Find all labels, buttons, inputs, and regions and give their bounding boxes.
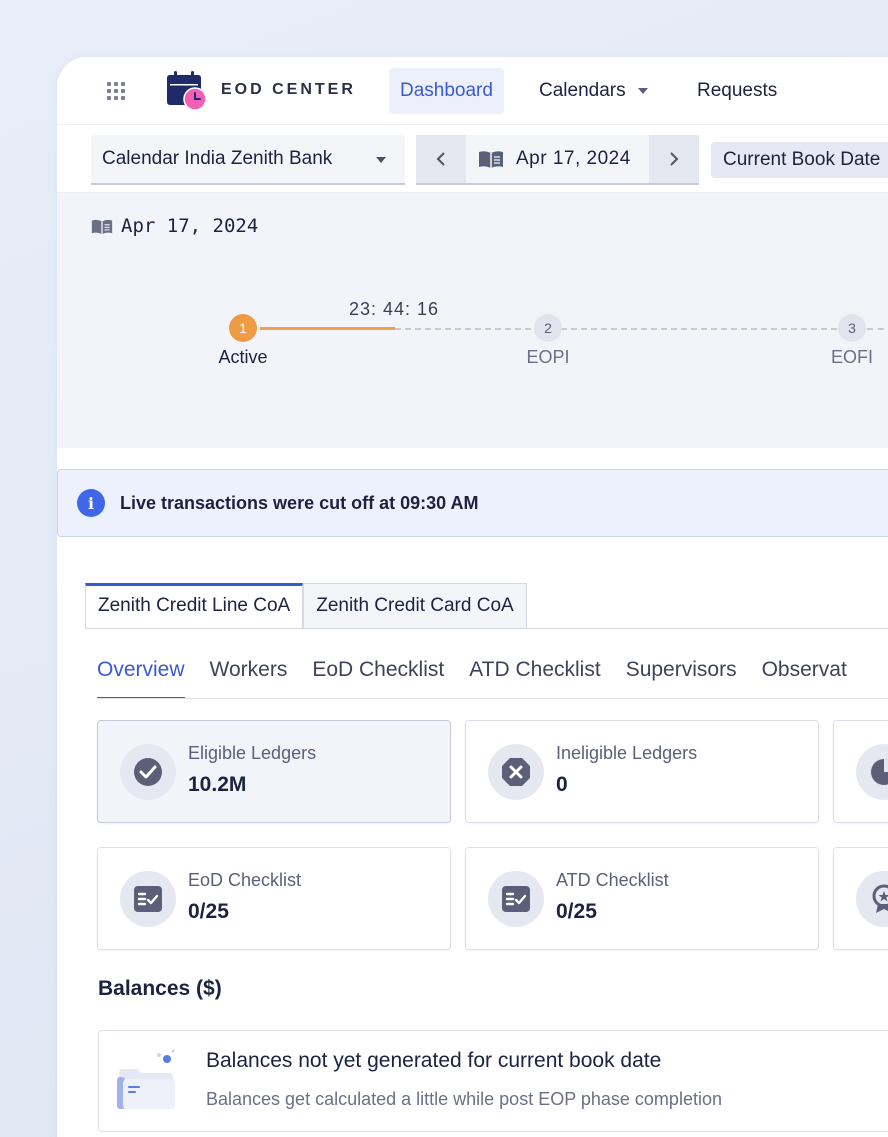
metric-value: 0/25 bbox=[188, 900, 229, 923]
book-icon bbox=[91, 219, 113, 234]
step-marker: 2 bbox=[534, 314, 562, 342]
phase-timer: 23: 44: 16 bbox=[349, 299, 440, 319]
tab-supervisors[interactable]: Supervisors bbox=[626, 653, 737, 699]
icon-circle bbox=[488, 871, 544, 927]
metric-card-atd-checklist[interactable]: ATD Checklist 0/25 bbox=[465, 847, 819, 950]
chevron-down-icon bbox=[637, 87, 648, 94]
section-tabs: Overview Workers EoD Checklist ATD Check… bbox=[97, 653, 872, 699]
date-value: Apr 17, 2024 bbox=[516, 148, 631, 169]
nav-dashboard-label: Dashboard bbox=[400, 80, 493, 101]
top-nav: EOD CENTER Dashboard Calendars Requests bbox=[57, 57, 888, 125]
checklist-icon bbox=[134, 886, 162, 912]
check-circle-icon bbox=[134, 758, 162, 786]
metric-label: ATD Checklist bbox=[556, 870, 669, 890]
chevron-right-icon bbox=[670, 152, 679, 166]
toolbar: Calendar India Zenith Bank Apr 17, 2024 … bbox=[57, 125, 888, 193]
pending-line bbox=[867, 328, 888, 330]
tab-zenith-credit-card-coa[interactable]: Zenith Credit Card CoA bbox=[303, 583, 527, 629]
metric-card-eligible-ledgers[interactable]: Eligible Ledgers 10.2M bbox=[97, 720, 451, 823]
checklist-icon bbox=[502, 886, 530, 912]
step-marker-active: 1 bbox=[229, 314, 257, 342]
next-date-button[interactable] bbox=[649, 135, 699, 183]
icon-circle bbox=[120, 871, 176, 927]
metric-card-partial[interactable] bbox=[833, 720, 888, 823]
metric-label: EoD Checklist bbox=[188, 870, 302, 890]
metric-card-ineligible-ledgers[interactable]: Ineligible Ledgers 0 bbox=[465, 720, 819, 823]
current-book-date-chip[interactable]: Current Book Date bbox=[711, 142, 888, 178]
book-icon bbox=[479, 151, 503, 168]
tab-overview[interactable]: Overview bbox=[97, 653, 185, 699]
date-display[interactable]: Apr 17, 2024 bbox=[466, 135, 649, 183]
nav-dashboard[interactable]: Dashboard bbox=[389, 68, 504, 114]
divider bbox=[85, 628, 888, 629]
step-label: EOFI bbox=[830, 347, 873, 367]
icon-circle bbox=[856, 871, 888, 927]
metric-value: 0 bbox=[556, 773, 568, 796]
x-octagon-icon bbox=[502, 758, 530, 786]
badge-icon bbox=[872, 884, 888, 913]
tab-zenith-credit-line-coa[interactable]: Zenith Credit Line CoA bbox=[85, 583, 304, 629]
tab-atd-checklist[interactable]: ATD Checklist bbox=[469, 653, 600, 699]
pie-chart-icon bbox=[871, 759, 888, 785]
calendar-select-value: Calendar India Zenith Bank bbox=[102, 148, 333, 169]
nav-requests[interactable]: Requests bbox=[686, 68, 788, 114]
pending-line bbox=[395, 328, 531, 330]
nav-requests-label: Requests bbox=[697, 80, 778, 101]
metric-card-eod-checklist[interactable]: EoD Checklist 0/25 bbox=[97, 847, 451, 950]
prev-date-button[interactable] bbox=[416, 135, 466, 183]
timeline-date-text: Apr 17, 2024 bbox=[121, 215, 259, 237]
nav-calendars-label: Calendars bbox=[539, 80, 626, 101]
metric-label: Eligible Ledgers bbox=[188, 743, 317, 763]
chevron-down-icon bbox=[376, 157, 386, 163]
coa-tabs: Zenith Credit Line CoA Zenith Credit Car… bbox=[85, 583, 527, 629]
step-label: EOPI bbox=[526, 347, 570, 367]
metric-value: 10.2M bbox=[188, 773, 247, 796]
icon-circle bbox=[488, 744, 544, 800]
empty-state-title: Balances not yet generated for current b… bbox=[206, 1049, 662, 1072]
chevron-left-icon bbox=[436, 152, 445, 166]
info-icon: i bbox=[77, 489, 105, 517]
calendar-clock-logo-icon bbox=[167, 71, 206, 111]
metric-value: 0/25 bbox=[556, 900, 597, 923]
progress-line bbox=[260, 327, 395, 330]
app-window: EOD CENTER Dashboard Calendars Requests … bbox=[57, 57, 888, 1137]
tab-eod-checklist[interactable]: EoD Checklist bbox=[312, 653, 444, 699]
tab-observations[interactable]: Observat bbox=[762, 653, 847, 699]
divider bbox=[97, 698, 888, 699]
eod-timeline: Apr 17, 2024 23: 44: 16 1 Active 2 EOPI … bbox=[57, 193, 888, 448]
tab-workers[interactable]: Workers bbox=[210, 653, 288, 699]
info-banner: i Live transactions were cut off at 09:3… bbox=[57, 469, 888, 537]
empty-folder-icon bbox=[117, 1049, 175, 1109]
step-marker: 3 bbox=[838, 314, 866, 342]
nav-calendars[interactable]: Calendars bbox=[528, 68, 659, 114]
metric-card-supervisors[interactable] bbox=[833, 847, 888, 950]
empty-state-subtitle: Balances get calculated a little while p… bbox=[206, 1089, 722, 1109]
balances-heading: Balances ($) bbox=[98, 977, 222, 1000]
icon-circle bbox=[856, 744, 888, 800]
icon-circle bbox=[120, 744, 176, 800]
timeline-date: Apr 17, 2024 bbox=[91, 215, 258, 237]
brand-title: EOD CENTER bbox=[221, 81, 356, 98]
calendar-select[interactable]: Calendar India Zenith Bank bbox=[91, 135, 405, 185]
step-label: Active bbox=[218, 347, 268, 367]
info-banner-message: Live transactions were cut off at 09:30 … bbox=[120, 492, 479, 513]
pending-line bbox=[561, 328, 837, 330]
date-navigator: Apr 17, 2024 bbox=[416, 135, 699, 185]
app-grid-icon[interactable] bbox=[107, 82, 125, 100]
balances-empty-state: Balances not yet generated for current b… bbox=[98, 1030, 888, 1132]
metric-label: Ineligible Ledgers bbox=[556, 743, 698, 763]
